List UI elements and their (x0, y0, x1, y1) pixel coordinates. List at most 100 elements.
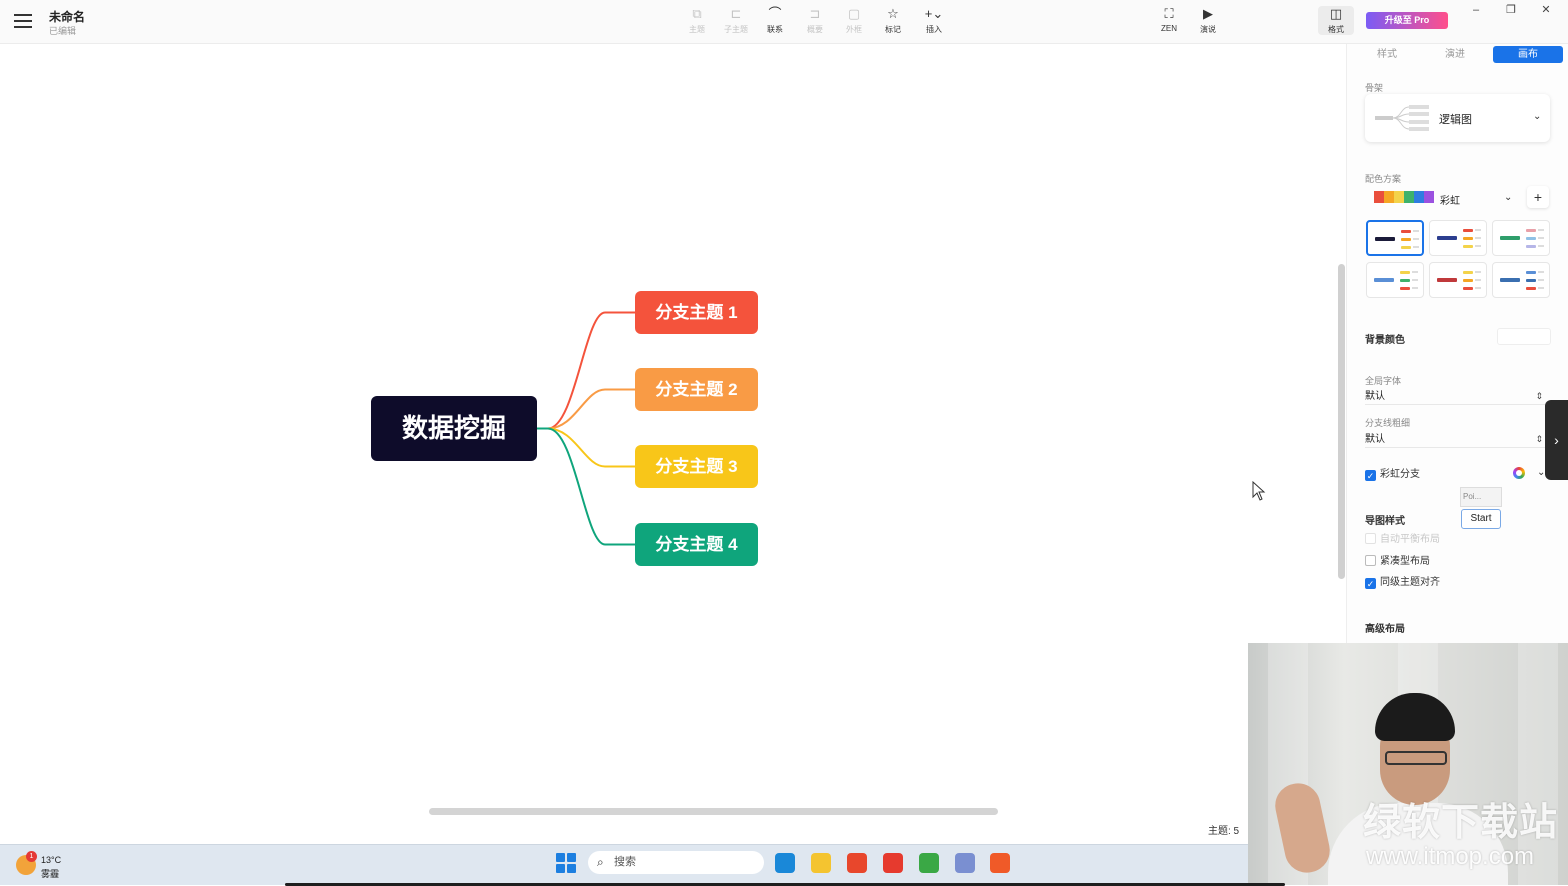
map-style-label: 导图样式 (1365, 516, 1405, 527)
popup-poi-label: Poi... (1460, 487, 1502, 507)
theme-preview-1[interactable] (1366, 220, 1424, 256)
panel-tab-1[interactable]: 演进 (1425, 46, 1485, 63)
vertical-scrollbar[interactable] (1338, 264, 1345, 579)
taskbar-search-input[interactable]: ⌕ 搜索 (588, 851, 764, 874)
edge-icon[interactable] (775, 853, 795, 873)
theme-preview-3[interactable] (1492, 220, 1550, 256)
compact-layout-checkbox[interactable]: 紧凑型布局 (1365, 555, 1430, 568)
tile-main-bar (1437, 236, 1457, 240)
weather-widget[interactable]: 1 13°C 雾霾 (16, 851, 96, 881)
theme-preview-6[interactable] (1492, 262, 1550, 298)
tool-label: 演说 (1200, 25, 1216, 34)
tile-line (1412, 271, 1418, 273)
branch-topic-3[interactable]: 分支主题 3 (635, 445, 758, 488)
summary-bracket-icon: ⊐ (809, 6, 821, 21)
search-icon: ⌕ (597, 855, 604, 869)
connector-line-4 (537, 427, 635, 546)
tile-main-bar (1500, 236, 1520, 240)
wps-icon[interactable] (883, 853, 903, 873)
structure-select[interactable]: 逻辑图 ⌄ (1365, 94, 1550, 142)
minimize-icon[interactable]: – (1466, 2, 1486, 18)
tool-label: 主题 (689, 25, 705, 34)
checkbox-checked-icon[interactable]: ✓ (1365, 470, 1376, 481)
branch-topic-4[interactable]: 分支主题 4 (635, 523, 758, 566)
tile-sub-bar (1526, 237, 1536, 240)
mouse-cursor-icon (1252, 481, 1266, 501)
panel-tab-0[interactable]: 样式 (1357, 46, 1417, 63)
tile-line (1538, 237, 1544, 239)
tool-format-button[interactable]: ◫ 格式 (1318, 6, 1354, 35)
select-arrows-icon: ⇕ (1535, 434, 1543, 444)
theme-preview-5[interactable] (1429, 262, 1487, 298)
file-explorer-icon[interactable] (811, 853, 831, 873)
branch-width-select[interactable]: 默认 ⇕ (1365, 431, 1547, 448)
auto-balance-checkbox[interactable]: 自动平衡布局 (1365, 533, 1440, 546)
add-scheme-button[interactable]: + (1527, 186, 1549, 208)
tool-insert-button[interactable]: +⌄ 插入 (916, 6, 952, 35)
person-glasses (1385, 751, 1447, 765)
tile-line (1538, 229, 1544, 231)
rainbow-color-icon[interactable] (1513, 467, 1525, 479)
color-scheme-swatch[interactable] (1374, 191, 1434, 203)
color-scheme-value[interactable]: 彩虹 (1440, 192, 1460, 207)
background-color-label: 背景颜色 (1365, 335, 1405, 346)
branch-topic-1[interactable]: 分支主题 1 (635, 291, 758, 334)
recorder-icon[interactable] (990, 853, 1010, 873)
theme-preview-2[interactable] (1429, 220, 1487, 256)
branch-topic-2[interactable]: 分支主题 2 (635, 368, 758, 411)
rainbow-branch-checkbox[interactable]: ✓ 彩虹分支 (1365, 468, 1420, 481)
chevron-down-icon: ⌄ (1533, 111, 1542, 122)
document-title[interactable]: 未命名 (49, 8, 85, 25)
tool-summary-button[interactable]: ⊐ 概要 (797, 6, 833, 35)
horizontal-scrollbar[interactable] (429, 808, 998, 815)
structure-value: 逻辑图 (1439, 114, 1472, 126)
format-panel: 样式 演进 画布 骨架 逻辑图 ⌄ 配色方案 彩虹 ⌄ + 背景颜色 全局字体 默认… (1346, 44, 1568, 644)
tile-line (1475, 237, 1481, 239)
paint-icon[interactable] (955, 853, 975, 873)
rainbow-branch-label: 彩虹分支 (1380, 469, 1420, 480)
background-color-picker[interactable] (1497, 328, 1551, 345)
app-red-icon[interactable] (847, 853, 867, 873)
align-siblings-checkbox[interactable]: ✓ 同级主题对齐 (1365, 576, 1440, 589)
mindmap-canvas[interactable]: 数据挖掘 分支主题 1 分支主题 2 分支主题 3 分支主题 4 主题: 5 (0, 44, 1345, 840)
tool-subtopic-button[interactable]: ⊏ 子主题 (718, 6, 754, 35)
tool-present-button[interactable]: ▶ 演说 (1190, 6, 1226, 35)
structure-label: 骨架 (1365, 83, 1384, 93)
tool-label: 联系 (767, 25, 783, 34)
close-icon[interactable]: ✕ (1536, 2, 1556, 18)
checkbox-empty-icon[interactable] (1365, 533, 1376, 544)
windows-start-icon[interactable] (556, 853, 576, 873)
tile-line (1413, 246, 1419, 248)
tile-line (1475, 245, 1481, 247)
global-font-select[interactable]: 默认 ⇕ (1365, 388, 1547, 405)
camtasia-icon[interactable] (919, 853, 939, 873)
connector-line-1 (537, 311, 635, 430)
hamburger-menu-icon[interactable] (12, 10, 34, 32)
swatch-color (1394, 191, 1404, 203)
maximize-icon[interactable]: ❐ (1501, 2, 1521, 18)
watermark-brand: 绿软下载站 (1363, 802, 1559, 844)
panel-tab-2[interactable]: 画布 (1493, 46, 1563, 63)
tool-relation-button[interactable]: ⌒ 联系 (757, 6, 793, 35)
tile-sub-bar (1526, 271, 1536, 274)
tile-line (1413, 230, 1419, 232)
root-topic[interactable]: 数据挖掘 (371, 396, 537, 461)
chevron-down-icon[interactable]: ⌄ (1504, 192, 1512, 203)
tile-sub-bar (1401, 238, 1411, 241)
upgrade-pro-button[interactable]: 升级至 Pro (1366, 12, 1448, 29)
start-button[interactable]: Start (1461, 509, 1501, 529)
tile-line (1475, 271, 1481, 273)
checkbox-checked-icon[interactable]: ✓ (1365, 578, 1376, 589)
checkbox-empty-icon[interactable] (1365, 555, 1376, 566)
tool-topic-button[interactable]: ⧉ 主题 (679, 6, 715, 35)
tool-boundary-button[interactable]: ▢ 外框 (836, 6, 872, 35)
tile-sub-bar (1400, 279, 1410, 282)
theme-preview-4[interactable] (1366, 262, 1424, 298)
branch-width-label: 分支线粗细 (1365, 418, 1411, 428)
presentation-icon: ▶ (1203, 6, 1213, 21)
panel-collapse-chevron-icon[interactable]: › (1545, 400, 1568, 480)
tool-marker-button[interactable]: ☆ 标记 (875, 6, 911, 35)
top-toolbar: 未命名 已编辑 ⧉ 主题 ⊏ 子主题 ⌒ 联系 ⊐ 概要 ▢ 外框 ☆ 标记 +⌄ 插入 ⛶ ZEN ▶ 演说 ◫ 格… (0, 0, 1568, 44)
tool-zen-button[interactable]: ⛶ ZEN (1151, 6, 1187, 33)
tile-sub-bar (1463, 271, 1473, 274)
